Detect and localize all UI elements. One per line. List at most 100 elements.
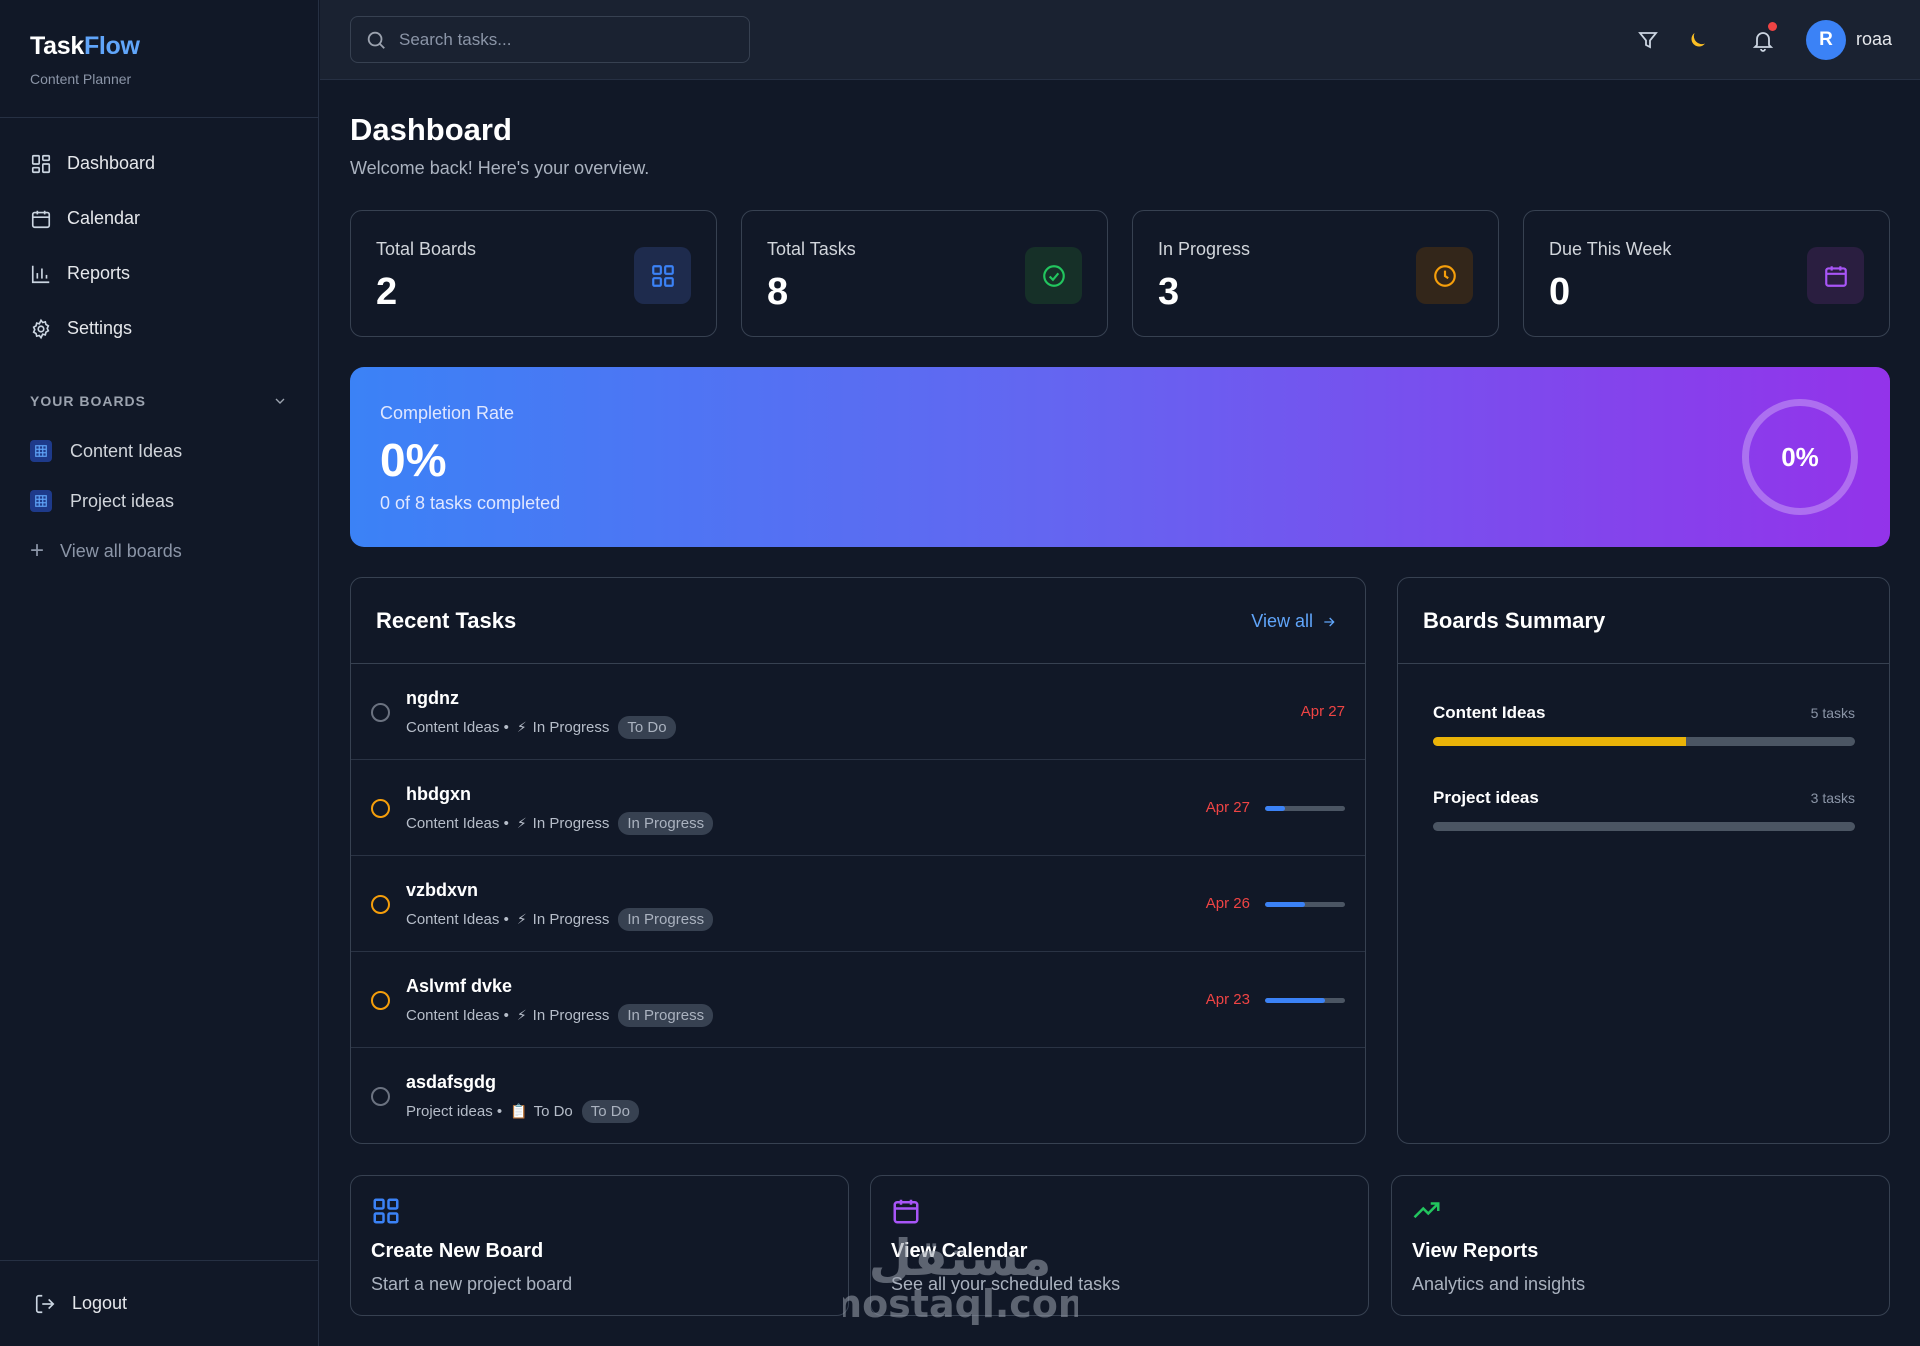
summary-board-name: Project ideas [1433, 788, 1539, 807]
task-status-text: In Progress [532, 815, 610, 832]
task-status-text: In Progress [532, 719, 610, 736]
recent-tasks-header: Recent Tasks View all [351, 578, 1365, 664]
stat-value: 8 [767, 271, 789, 313]
task-title: asdafsgdg [406, 1072, 497, 1092]
action-title: Create New Board [371, 1240, 544, 1262]
page-title: Dashboard [350, 112, 512, 147]
task-row[interactable]: hbdgxn Content Ideas • ⚡ In Progress In Prog… [351, 760, 1365, 856]
arrow-right-icon [1324, 617, 1335, 626]
action-title: View Reports [1412, 1240, 1539, 1262]
board-grid-icon [30, 440, 52, 462]
stat-value: 3 [1158, 271, 1180, 313]
brand-logo[interactable]: TaskFlow [30, 32, 318, 61]
avatar[interactable]: R [1806, 20, 1846, 60]
task-title: Aslvmf dvke [406, 976, 513, 996]
task-status-checkbox[interactable] [371, 703, 390, 722]
summary-progress-track [1433, 737, 1855, 746]
completion-ring: 0% [1742, 399, 1858, 515]
summary-task-count: 3 tasks [1810, 790, 1855, 806]
task-row[interactable]: vzbdxvn Content Ideas • ⚡ In Progress In Pro… [351, 856, 1365, 952]
action-subtitle: Start a new project board [371, 1274, 573, 1294]
task-due-date: Apr 27 [1300, 703, 1345, 720]
task-board-name: Content Ideas [406, 815, 500, 832]
task-status-checkbox[interactable] [371, 799, 390, 818]
task-status-badge: In Progress [618, 908, 714, 931]
sidebar-item-label: Dashboard [67, 153, 156, 173]
task-status-checkbox[interactable] [371, 895, 390, 914]
summary-item-project-ideas[interactable]: Project ideas 3 tasks [1433, 788, 1855, 831]
task-progress-fill [1265, 998, 1325, 1003]
task-status-badge: In Progress [618, 1004, 714, 1027]
calendar-icon [1807, 247, 1864, 304]
grid-icon [634, 247, 691, 304]
summary-task-count: 5 tasks [1810, 705, 1855, 721]
view-reports-card[interactable]: View Reports Analytics and insights [1391, 1175, 1890, 1316]
task-row[interactable]: Aslvmf dvke Content Ideas • ⚡ In Progress In… [351, 952, 1365, 1048]
task-title: vzbdxvn [406, 880, 479, 900]
task-row[interactable]: ngdnz Content Ideas • ⚡ In Progress To Do Apr… [351, 664, 1365, 760]
task-progress-fill [1265, 902, 1305, 907]
search-input[interactable] [399, 29, 729, 50]
task-status-icon: ⚡ [516, 1007, 527, 1023]
view-all-boards-label: View all boards [60, 540, 182, 561]
task-board-name: Content Ideas [406, 1007, 500, 1024]
brand: TaskFlow Content Planner [0, 0, 318, 118]
calendar-icon [31, 210, 51, 228]
stat-card-total-tasks: Total Tasks 8 [741, 210, 1108, 337]
logout-icon [35, 1294, 55, 1313]
meta-separator: • [499, 719, 509, 736]
task-progress-fill [1265, 806, 1285, 811]
task-status-text: To Do [533, 1103, 573, 1120]
summary-progress-track [1433, 822, 1855, 831]
view-calendar-card[interactable]: View Calendar See all your scheduled tas… [870, 1175, 1369, 1316]
clock-icon [1416, 247, 1473, 304]
task-meta: Content Ideas • ⚡ In Progress To Do [406, 716, 676, 739]
sidebar-board-project-ideas[interactable]: Project ideas [0, 476, 318, 526]
sidebar-item-calendar[interactable]: Calendar [0, 191, 318, 246]
logout-button[interactable]: Logout [0, 1260, 318, 1346]
view-all-label: View all [1251, 611, 1313, 631]
task-status-checkbox[interactable] [371, 1087, 390, 1106]
task-meta: Content Ideas • ⚡ In Progress In Progress [406, 1004, 714, 1027]
search-box[interactable] [350, 16, 750, 63]
sidebar-board-content-ideas[interactable]: Content Ideas [0, 426, 318, 476]
stat-label: Total Boards [376, 239, 477, 259]
task-status-checkbox[interactable] [371, 991, 390, 1010]
stat-card-total-boards: Total Boards 2 [350, 210, 717, 337]
notifications-button[interactable] [1751, 22, 1777, 52]
task-status-icon: ⚡ [516, 911, 527, 927]
summary-item-content-ideas[interactable]: Content Ideas 5 tasks [1433, 703, 1855, 746]
boards-section-toggle[interactable]: YOUR BOARDS [0, 376, 318, 426]
completion-label: Completion Rate [380, 403, 515, 423]
brand-subtitle: Content Planner [30, 71, 132, 87]
boards-summary-title: Boards Summary [1423, 608, 1606, 633]
task-title: ngdnz [406, 688, 459, 708]
task-status-badge: To Do [581, 1100, 639, 1123]
stat-label: In Progress [1158, 239, 1251, 259]
username[interactable]: roaa [1856, 29, 1892, 50]
task-progress-bar [1265, 998, 1345, 1003]
filter-button[interactable] [1636, 28, 1660, 52]
task-due-date: Apr 26 [1205, 895, 1250, 912]
completion-subtitle: 0 of 8 tasks completed [380, 493, 561, 513]
recent-tasks-panel: Recent Tasks View all ngdnz Content Ideas… [350, 577, 1366, 1144]
view-all-tasks-link[interactable]: View all [1251, 611, 1337, 632]
task-row[interactable]: asdafsgdg Project ideas • 📋 To Do To Do [351, 1048, 1365, 1143]
board-label: Content Ideas [70, 440, 183, 461]
theme-toggle-button[interactable] [1686, 28, 1710, 52]
sidebar-item-settings[interactable]: Settings [0, 301, 318, 356]
sidebar-item-dashboard[interactable]: Dashboard [0, 136, 318, 191]
view-all-boards-link[interactable]: + View all boards [0, 526, 318, 576]
calendar-icon [891, 1196, 921, 1226]
stat-value: 0 [1549, 271, 1571, 313]
sidebar-item-reports[interactable]: Reports [0, 246, 318, 301]
task-status-text: In Progress [532, 1007, 610, 1024]
moon-icon [1691, 33, 1705, 47]
chevron-down-icon [275, 398, 285, 404]
completion-ring-value: 0% [1781, 441, 1819, 472]
task-meta: Content Ideas • ⚡ In Progress In Progress [406, 908, 714, 931]
create-new-board-card[interactable]: Create New Board Start a new project boa… [350, 1175, 849, 1316]
summary-board-name: Content Ideas [1433, 703, 1546, 722]
sidebar-item-label: Reports [67, 263, 131, 283]
grid-icon [371, 1196, 401, 1226]
